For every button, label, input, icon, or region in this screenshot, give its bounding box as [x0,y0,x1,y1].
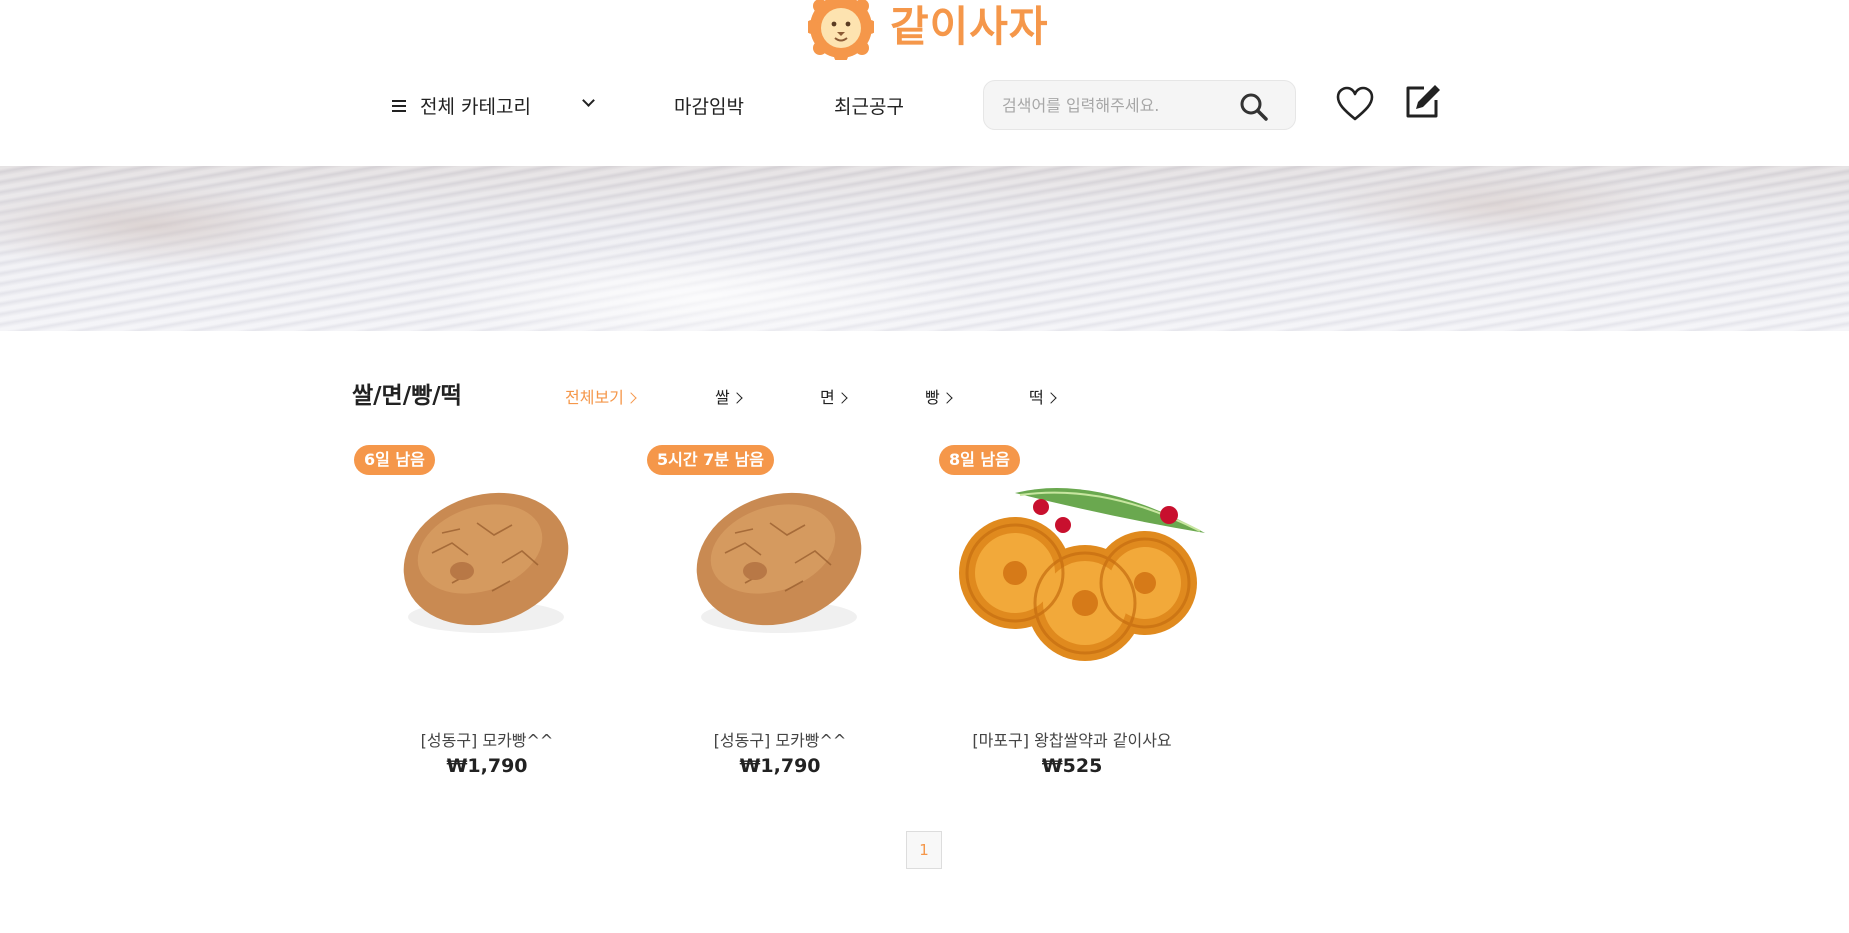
product-price: ₩1,790 [739,755,821,777]
category-menu-button[interactable]: 전체 카테고리 [392,92,531,119]
chevron-right-icon [836,392,848,404]
category-menu-label: 전체 카테고리 [420,96,531,118]
time-left-badge: 6일 남음 [354,445,435,475]
lion-logo-icon [808,0,874,60]
heart-icon[interactable] [1336,86,1374,122]
main-nav: 전체 카테고리 마감임박 최근공구 [0,80,1849,132]
nav-link-deadline[interactable]: 마감임박 [674,92,744,119]
logo[interactable]: 같이사자 [808,0,1049,60]
product-name: [성동구] 모카빵^^ [420,731,554,750]
sub-tab-label: 떡 [1029,388,1044,407]
hamburger-icon [392,97,406,115]
edit-icon[interactable] [1402,82,1442,122]
product-price: ₩1,790 [446,755,528,777]
chevron-right-icon [731,392,743,404]
time-left-badge: 8일 남음 [939,445,1020,475]
sub-tab-all[interactable]: 전체보기 [565,384,637,408]
yakgwa-image [959,488,1205,661]
product-name: [마포구] 왕찹쌀약과 같이사요 [972,731,1172,750]
mocha-bread-image [696,492,862,633]
time-left-badge: 5시간 7분 남음 [647,445,775,475]
sub-tab-label: 면 [820,388,835,407]
sub-tab-bread[interactable]: 빵 [925,384,953,408]
nav-link-recent[interactable]: 최근공구 [834,92,904,119]
section-title: 쌀/면/빵/떡 [352,383,462,409]
chevron-right-icon [941,392,953,404]
sub-tab-label: 쌀 [715,388,730,407]
page-button-current[interactable]: 1 [906,831,942,869]
search-box [983,80,1296,130]
chevron-right-icon [625,392,637,404]
product-name: [성동구] 모카빵^^ [713,731,847,750]
product-price: ₩525 [1041,755,1103,777]
product-card[interactable]: 8일 남음 [마포구] 왕찹쌀약과 같이사요 ₩525 [937,443,1207,783]
search-icon[interactable] [1239,92,1269,122]
brand-name: 같이사자 [890,2,1049,51]
product-card[interactable]: 5시간 7분 남음 [성동구] 모카빵^^ ₩1,790 [645,443,915,783]
search-input[interactable] [1002,93,1232,117]
sub-tab-rice-cake[interactable]: 떡 [1029,384,1057,408]
sub-tab-label: 전체보기 [565,388,624,407]
sub-tab-label: 빵 [925,388,940,407]
chevron-right-icon [1045,392,1057,404]
product-card[interactable]: 6일 남음 [성동구] 모카빵^^ ₩1,790 [352,443,622,783]
mocha-bread-image [403,492,569,633]
hero-banner [0,166,1849,331]
sub-tab-noodle[interactable]: 면 [820,384,848,408]
sub-tab-rice[interactable]: 쌀 [715,384,743,408]
chevron-down-icon[interactable] [582,94,595,107]
